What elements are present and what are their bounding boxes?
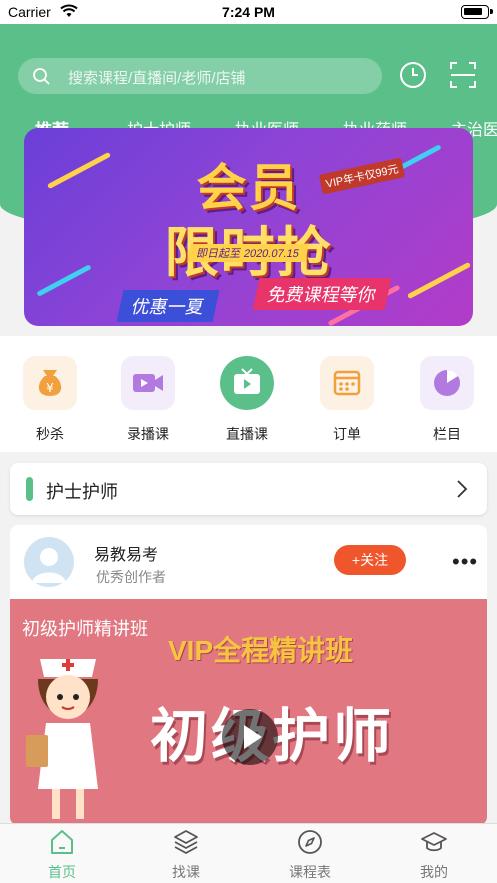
quick-item-live[interactable]: 直播课 bbox=[217, 356, 277, 444]
search-icon bbox=[33, 68, 50, 85]
tv-play-icon bbox=[220, 356, 274, 410]
quick-label-live: 直播课 bbox=[226, 426, 268, 442]
search-bar[interactable]: 搜索课程/直播间/老师/店铺 bbox=[18, 58, 382, 94]
avatar[interactable] bbox=[24, 537, 74, 587]
tab-find-course-label: 找课 bbox=[172, 864, 200, 880]
chevron-right-icon bbox=[457, 480, 468, 498]
app-screen: Carrier 7:24 PM 搜索课程/直播间/老师/店铺 推荐 护士护师 执… bbox=[0, 0, 497, 883]
cover-text-vip: VIP全程精讲班 bbox=[168, 635, 354, 666]
graduation-cap-icon bbox=[421, 832, 447, 852]
author-subtitle: 优秀创作者 bbox=[96, 569, 166, 585]
quick-item-orders[interactable]: 订单 bbox=[317, 356, 377, 444]
section-header-nurse[interactable]: 护士护师 bbox=[10, 463, 487, 515]
calendar-icon bbox=[320, 356, 374, 410]
section-title: 护士护师 bbox=[46, 482, 118, 502]
compass-icon bbox=[298, 830, 322, 854]
banner-tag-right: 免费课程等你 bbox=[252, 278, 392, 310]
money-bag-icon: ¥ bbox=[23, 356, 77, 410]
tab-home-label: 首页 bbox=[48, 864, 76, 880]
tab-home[interactable]: 首页 bbox=[22, 828, 102, 882]
status-bar: Carrier 7:24 PM bbox=[0, 0, 497, 24]
clock-time: 7:24 PM bbox=[222, 4, 275, 20]
play-button-icon[interactable] bbox=[222, 709, 278, 765]
quick-item-flash-sale[interactable]: ¥ 秒杀 bbox=[20, 356, 80, 444]
more-options-icon[interactable]: ••• bbox=[452, 549, 478, 575]
layers-icon bbox=[174, 830, 198, 855]
quick-item-columns[interactable]: 栏目 bbox=[417, 356, 477, 444]
quick-label-columns: 栏目 bbox=[433, 426, 461, 442]
video-cover[interactable]: 初级护师精讲班 VIP全程精讲班 初级护师 bbox=[10, 599, 487, 825]
quick-item-recorded[interactable]: 录播课 bbox=[118, 356, 178, 444]
post-card: 易教易考 优秀创作者 +关注 ••• 初级护师精讲班 VIP全程精讲班 初级护师 bbox=[10, 525, 487, 825]
banner-tag-left: 优惠一夏 bbox=[116, 290, 220, 322]
pie-chart-icon bbox=[420, 356, 474, 410]
quick-menu: ¥ 秒杀 录播课 直播课 订单 栏目 bbox=[0, 336, 497, 452]
tab-mine-label: 我的 bbox=[420, 864, 448, 880]
cover-text-course: 初级护师精讲班 bbox=[22, 619, 148, 639]
tab-schedule[interactable]: 课程表 bbox=[270, 828, 350, 882]
svg-text:¥: ¥ bbox=[46, 381, 54, 395]
tab-schedule-label: 课程表 bbox=[289, 864, 331, 880]
home-icon bbox=[51, 830, 73, 854]
section-accent-bar bbox=[26, 477, 33, 501]
tab-find-course[interactable]: 找课 bbox=[146, 828, 226, 882]
video-camera-icon bbox=[121, 356, 175, 410]
search-placeholder: 搜索课程/直播间/老师/店铺 bbox=[68, 70, 246, 87]
scan-icon[interactable] bbox=[448, 60, 478, 90]
quick-label-orders: 订单 bbox=[333, 426, 361, 442]
history-clock-icon[interactable] bbox=[398, 60, 428, 90]
quick-label-recorded: 录播课 bbox=[127, 426, 169, 442]
bottom-tab-bar: 首页 找课 课程表 我的 bbox=[0, 823, 497, 883]
battery-icon bbox=[461, 5, 493, 19]
quick-label-flash-sale: 秒杀 bbox=[36, 426, 64, 442]
follow-button[interactable]: +关注 bbox=[334, 545, 406, 575]
promo-banner[interactable]: 会员 限时抢 VIP年卡仅99元 即日起至 2020.07.15 优惠一夏 免费… bbox=[24, 128, 473, 326]
nurse-illustration bbox=[26, 659, 98, 819]
banner-date: 即日起至 2020.07.15 bbox=[187, 244, 310, 262]
author-name[interactable]: 易教易考 bbox=[94, 541, 158, 565]
tab-mine[interactable]: 我的 bbox=[394, 828, 474, 882]
